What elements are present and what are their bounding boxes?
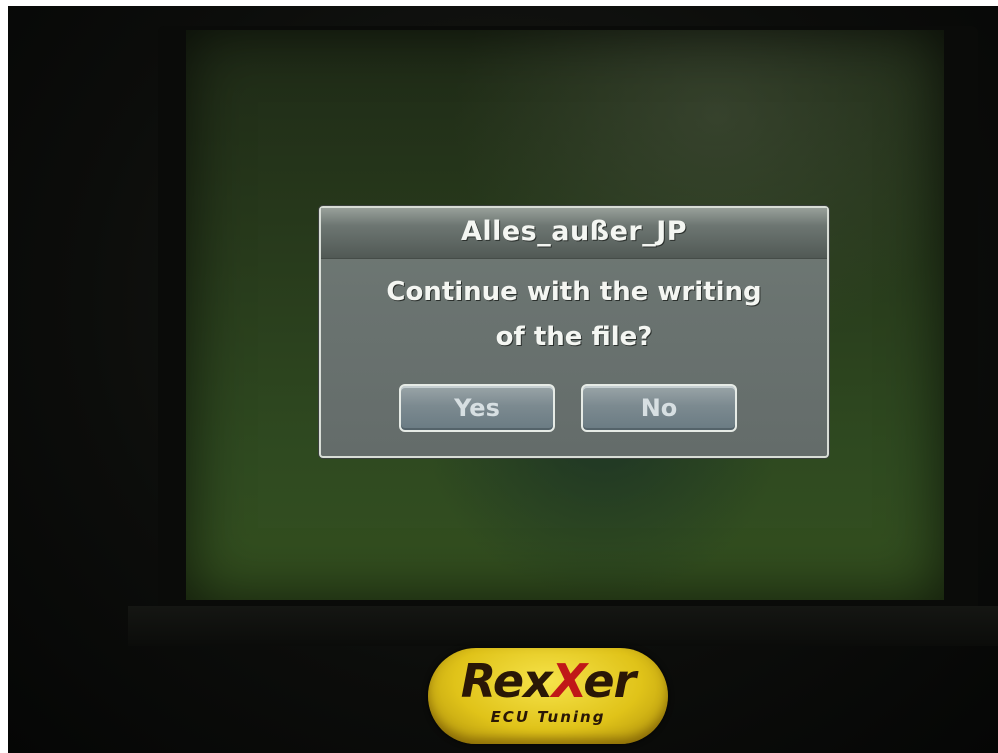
confirm-dialog: Alles_außer_JP Continue with the writing… <box>319 206 829 458</box>
dialog-titlebar: Alles_außer_JP <box>321 208 827 259</box>
dialog-message-line-2: of the file? <box>495 322 653 352</box>
logo-tagline: ECU Tuning <box>490 708 606 726</box>
no-button[interactable]: No <box>581 384 737 432</box>
dialog-message-line-1: Continue with the writing <box>386 277 762 307</box>
yes-button[interactable]: Yes <box>399 384 555 432</box>
dialog-message: Continue with the writing of the file? <box>331 270 817 360</box>
dialog-title: Alles_außer_JP <box>460 216 688 247</box>
logo-brand-prefix: Rex <box>460 654 553 708</box>
logo-brand: RexXer <box>428 654 668 708</box>
rexxer-logo: RexXer ECU Tuning <box>428 648 668 744</box>
logo-brand-suffix: er <box>583 654 636 708</box>
screen-bottom-frame <box>128 606 998 646</box>
logo-brand-x: X <box>551 654 585 708</box>
